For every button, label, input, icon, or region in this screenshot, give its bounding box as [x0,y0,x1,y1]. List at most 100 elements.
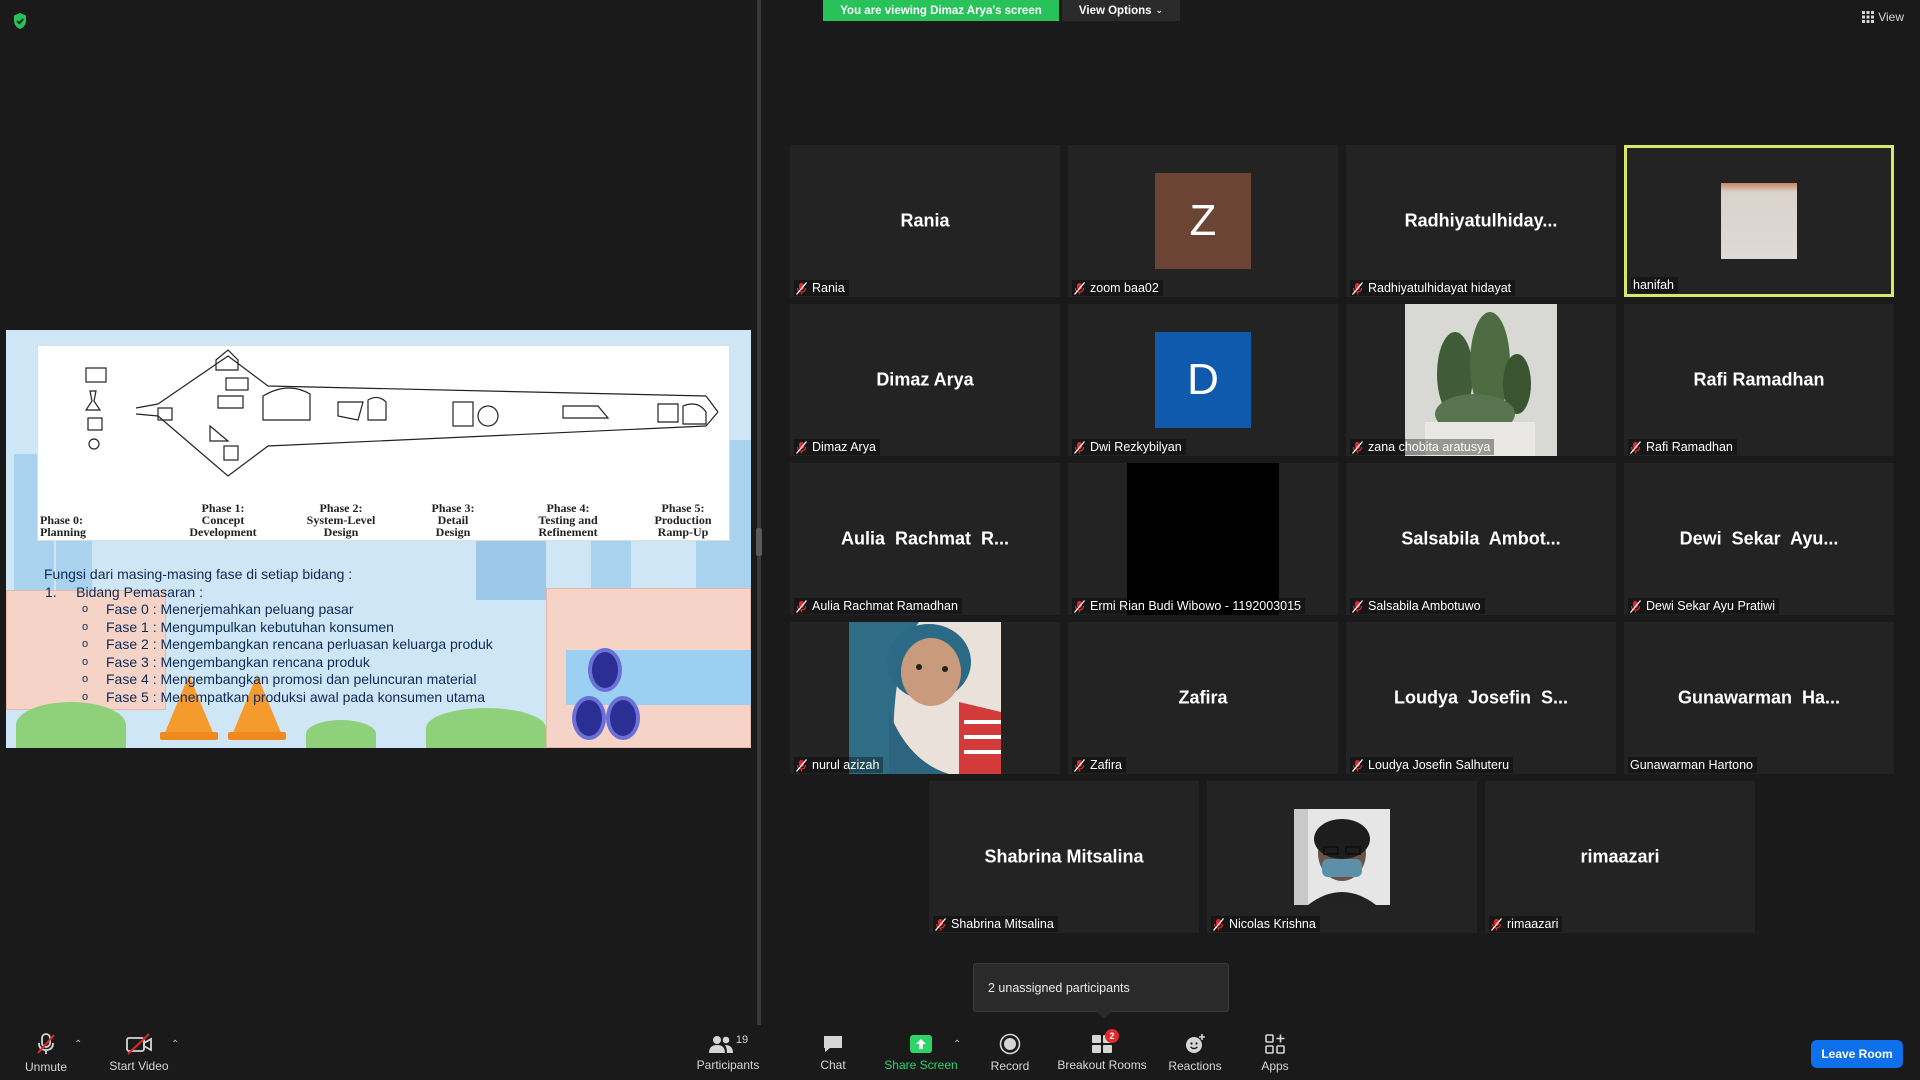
chat-button[interactable]: Chat [808,1025,858,1080]
meeting-toolbar: Unmute ⌃ Start Video ⌃ 19 Participants C… [0,1025,1920,1080]
participant-tile[interactable]: Gunawarman Ha... Gunawarman Hartono [1624,622,1894,774]
slide-list-item: o Fase 5 : Menempatkan produksi awal pada… [82,688,485,705]
participant-tile[interactable]: Dewi Sekar Ayu... Dewi Sekar Ayu Pratiwi [1624,463,1894,615]
participant-display-name: Dimaz Arya [876,369,974,390]
unmute-button[interactable]: Unmute [18,1025,74,1080]
participant-name-label: Ermi Rian Budi Wibowo - 1192003015 [1072,598,1305,614]
participant-tile[interactable]: Zafira Zafira [1068,622,1338,774]
pipe-bottom-left [572,696,606,740]
muted-mic-icon [1074,281,1085,295]
muted-mic-icon [1630,599,1641,613]
participant-name-label: rimaazari [1489,916,1563,932]
muted-mic-icon [935,917,946,931]
share-screen-icon [910,1034,932,1053]
muted-mic-icon [1352,599,1363,613]
unassigned-participants-tooltip: 2 unassigned participants [973,963,1229,1012]
participant-display-name: Loudya Josefin S... [1393,687,1569,708]
share-options-caret[interactable]: ⌃ [953,1039,961,1050]
participant-tile[interactable]: Aulia Rachmat R... Aulia Rachmat Ramadhan [790,463,1060,615]
muted-mic-icon [1630,440,1641,454]
participant-name-label: Aulia Rachmat Ramadhan [794,598,962,614]
participant-avatar: D [1155,332,1251,428]
participant-tile[interactable]: Zzoom baa02 [1068,145,1338,297]
pipe-top [588,648,622,692]
grid-view-icon [1862,11,1875,23]
reactions-button[interactable]: Reactions [1165,1025,1225,1080]
participant-name-label: zana chobita aratusya [1350,439,1495,455]
view-options-button[interactable]: View Options ⌄ [1062,0,1180,21]
participant-tile[interactable]: Loudya Josefin S... Loudya Josefin Salhut… [1346,622,1616,774]
start-video-button[interactable]: Start Video [104,1025,174,1080]
participant-tile[interactable]: Rania Rania [790,145,1060,297]
microphone-muted-icon [37,1032,55,1054]
participant-tile[interactable]: Dimaz Arya Dimaz Arya [790,304,1060,456]
phase-labels: Phase 0: Planning Phase 1: Concept Developm… [38,498,729,540]
participant-display-name: Radhiyatulhiday... [1404,210,1558,231]
muted-mic-icon [796,281,807,295]
breakout-notification-badge: 2 [1105,1028,1119,1043]
slide-list-item: o Fase 1 : Mengumpulkan kebutuhan konsume… [82,618,394,635]
chevron-down-icon: ⌄ [1155,5,1164,15]
presentation-slide: Phase 0: Planning Phase 1: Concept Developm… [6,330,751,748]
participant-name-label: hanifah [1631,277,1679,293]
participant-name-label: zoom baa02 [1072,280,1163,296]
phase-3-label: Phase 3: Detail Design [431,501,475,539]
video-off-icon [126,1032,152,1055]
phase-1-label: Phase 1: Concept Development [189,501,257,539]
participant-display-name: Rafi Ramadhan [1693,369,1825,390]
breakout-rooms-button[interactable]: 2 Breakout Rooms [1056,1025,1148,1080]
participant-tile[interactable]: Rafi Ramadhan Rafi Ramadhan [1624,304,1894,456]
security-shield-icon[interactable] [12,12,28,30]
participant-name-label: Radhiyatulhidayat hidayat [1350,280,1516,296]
phase-4-label: Phase 4: Testing and Refinement [538,501,598,539]
participant-name-label: Gunawarman Hartono [1628,757,1757,773]
phase-5-label: Phase 5: Production Ramp-Up [654,501,712,539]
slide-section-heading: 1. Bidang Pemasaran : [45,583,203,600]
video-options-caret[interactable]: ⌃ [171,1039,179,1050]
apps-icon [1265,1033,1285,1054]
participant-tile[interactable]: Shabrina Mitsalina Shabrina Mitsalina [929,781,1199,933]
shared-screen-area: Phase 0: Planning Phase 1: Concept Developm… [0,0,757,1025]
participants-button[interactable]: 19 Participants [692,1025,764,1080]
muted-mic-icon [796,440,807,454]
phase-2-label: Phase 2: System-Level Design [306,501,376,539]
slide-intro: Fungsi dari masing-masing fase di setiap… [44,566,353,582]
participant-tile[interactable]: Salsabila Ambot... Salsabila Ambotuwo [1346,463,1616,615]
participant-display-name: rimaazari [1580,846,1660,867]
participant-video [1405,304,1557,456]
participant-avatar: Z [1155,173,1251,269]
muted-mic-icon [1491,917,1502,931]
apps-button[interactable]: Apps [1255,1025,1295,1080]
participant-video [1127,463,1279,615]
record-button[interactable]: Record [985,1025,1035,1080]
participant-display-name: Salsabila Ambot... [1401,528,1561,549]
share-screen-button[interactable]: Share Screen [880,1025,962,1080]
muted-mic-icon [1352,440,1363,454]
slide-list-item: o Fase 0 : Menerjemahkan peluang pasar [82,601,354,617]
view-button[interactable]: View [1862,10,1904,24]
muted-mic-icon [1352,758,1363,772]
participant-tile[interactable]: hanifah [1624,145,1894,297]
participant-tile[interactable]: rimaazari rimaazari [1485,781,1755,933]
muted-mic-icon [796,599,807,613]
split-divider-handle[interactable] [756,528,762,556]
participant-display-name: Gunawarman Ha... [1677,687,1841,708]
participant-tile[interactable]: nurul azizah [790,622,1060,774]
participant-tile[interactable]: D Dwi Rezkybilyan [1068,304,1338,456]
record-icon [999,1033,1021,1054]
audio-options-caret[interactable]: ⌃ [74,1039,82,1050]
participant-tile[interactable]: Radhiyatulhiday... Radhiyatulhidayat hida… [1346,145,1616,297]
viewing-screen-banner: You are viewing Dimaz Arya's screen [823,0,1059,21]
muted-mic-icon [796,758,807,772]
participant-tile[interactable]: Nicolas Krishna [1207,781,1477,933]
split-divider[interactable] [757,0,761,1025]
muted-mic-icon [1213,917,1224,931]
participant-name-label: nurul azizah [794,757,884,773]
participant-video [1294,809,1390,905]
muted-mic-icon [1074,440,1085,454]
slide-body-text: Fungsi dari masing-masing fase di setiap… [44,566,493,706]
participant-tile[interactable]: zana chobita aratusya [1346,304,1616,456]
leave-room-button[interactable]: Leave Room [1811,1040,1903,1068]
participant-tile[interactable]: Ermi Rian Budi Wibowo - 1192003015 [1068,463,1338,615]
reactions-smiley-icon [1186,1033,1205,1053]
